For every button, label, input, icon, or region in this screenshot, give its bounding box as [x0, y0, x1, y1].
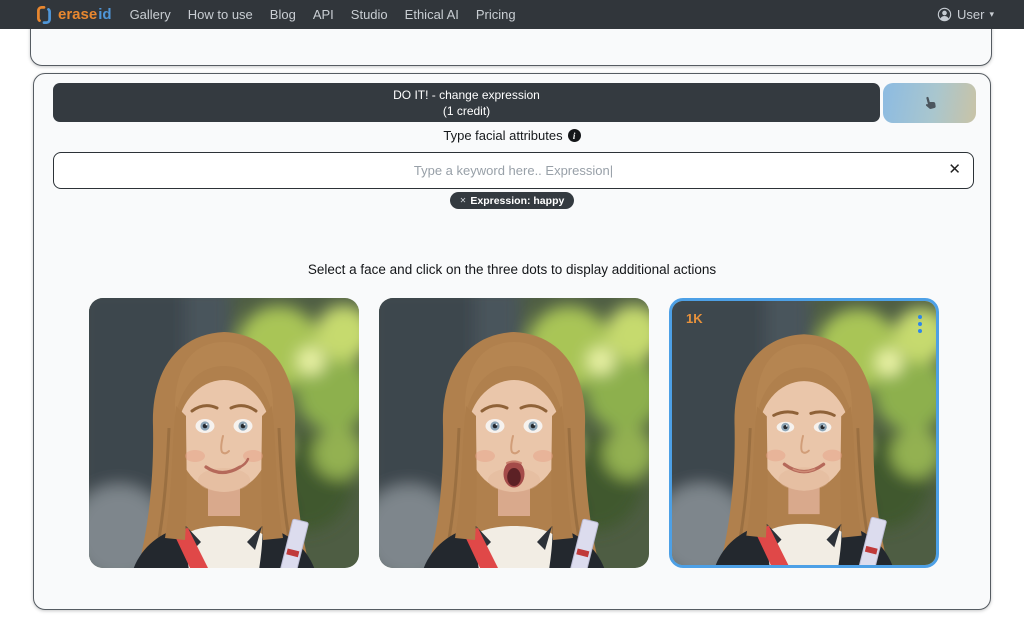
- face-photo: [379, 298, 649, 568]
- user-icon: [937, 7, 952, 22]
- chip-row: ✕ Expression: happy: [34, 192, 990, 209]
- eraseid-logo-icon: [36, 5, 52, 25]
- three-dots-menu-icon[interactable]: [916, 313, 924, 335]
- nav-item-studio[interactable]: Studio: [351, 7, 388, 22]
- nav-item-blog[interactable]: Blog: [270, 7, 296, 22]
- brand-logo[interactable]: erase id: [36, 5, 112, 25]
- resolution-badge: 1K: [686, 311, 703, 326]
- user-label: User: [957, 7, 984, 22]
- hand-pointer-icon: [921, 94, 939, 112]
- face-photo: [672, 301, 936, 565]
- chevron-down-icon: ▾: [989, 9, 994, 20]
- navbar: erase id Gallery How to use Blog API Stu…: [0, 0, 1024, 29]
- clear-input-icon[interactable]: ✕: [948, 161, 961, 179]
- chip-close-icon[interactable]: ✕: [460, 196, 467, 205]
- nav-item-how-to-use[interactable]: How to use: [188, 7, 253, 22]
- do-it-button-credit: (1 credit): [443, 104, 490, 118]
- face-image-original[interactable]: [89, 298, 359, 568]
- face-image-happy-selected[interactable]: 1K: [669, 298, 939, 568]
- info-icon[interactable]: i: [568, 129, 581, 142]
- nav-menu: Gallery How to use Blog API Studio Ethic…: [130, 7, 516, 22]
- nav-item-pricing[interactable]: Pricing: [476, 7, 516, 22]
- keyword-input[interactable]: [53, 152, 974, 189]
- nav-item-api[interactable]: API: [313, 7, 334, 22]
- page: erase id Gallery How to use Blog API Stu…: [0, 0, 1024, 622]
- attributes-label: Type facial attributes: [443, 128, 562, 143]
- do-it-button-label: DO IT! - change expression: [393, 88, 540, 102]
- user-menu[interactable]: User ▾: [937, 7, 994, 22]
- brand-text-id: id: [98, 6, 111, 23]
- keyword-input-wrap: ✕: [53, 152, 974, 189]
- nav-item-gallery[interactable]: Gallery: [130, 7, 171, 22]
- nav-item-ethical-ai[interactable]: Ethical AI: [405, 7, 459, 22]
- gallery-instruction: Select a face and click on the three dot…: [34, 262, 990, 277]
- chip-label: Expression: happy: [470, 195, 564, 207]
- face-photo: [89, 298, 359, 568]
- expression-chip[interactable]: ✕ Expression: happy: [450, 192, 575, 209]
- change-expression-card: DO IT! - change expression (1 credit) Ty…: [33, 73, 991, 610]
- do-it-button[interactable]: DO IT! - change expression (1 credit): [53, 83, 880, 122]
- brand-text-erase: erase: [58, 6, 97, 23]
- tutorial-click-overlay: [883, 83, 976, 123]
- face-image-surprised[interactable]: [379, 298, 649, 568]
- attributes-label-row: Type facial attributes i: [34, 128, 990, 143]
